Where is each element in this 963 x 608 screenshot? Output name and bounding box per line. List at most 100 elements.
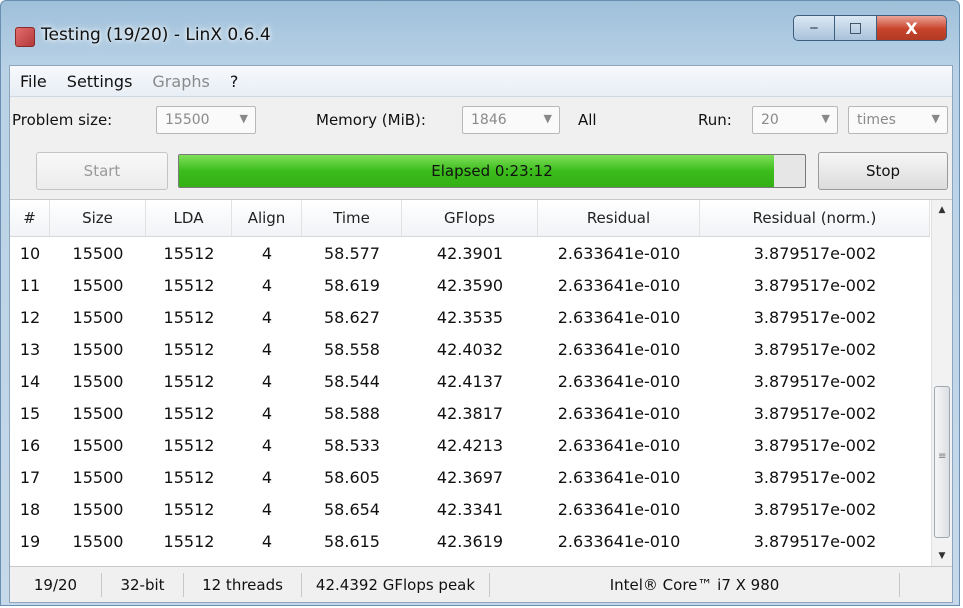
maximize-button[interactable]: □	[835, 15, 877, 41]
col-gflops-cell: 42.3590	[436, 276, 504, 295]
col-gflops-cell: 42.3619	[436, 532, 504, 551]
scroll-up-icon[interactable]: ▲	[932, 200, 952, 220]
col-time-header[interactable]: Time	[302, 200, 402, 236]
vertical-scrollbar[interactable]: ▲ ≡ ▼	[931, 200, 952, 566]
table-header: # Size LDA Align Time GFlops Residual Residual …	[10, 200, 930, 237]
col-align-cell: 4	[261, 404, 273, 423]
col-gflops-cell: 42.3697	[436, 468, 504, 487]
col-size-header[interactable]: Size	[50, 200, 146, 236]
col-lda-cell: 15512	[163, 372, 215, 391]
col-residual-cell: 2.633641e-010	[557, 340, 681, 359]
col-align-cell: 4	[261, 468, 273, 487]
run-count-combo[interactable]: 20 ▼	[752, 106, 838, 134]
col-index-cell: 11	[19, 276, 41, 295]
col-lda-cell: 15512	[163, 532, 215, 551]
col-residual-cell: 2.633641e-010	[557, 468, 681, 487]
table-row[interactable]: 10 15500 15512 4 58.577 42.3901 2.633641e-010 3…	[10, 238, 930, 270]
col-residual-norm-cell: 3.879517e-002	[753, 244, 877, 263]
problem-size-value: 15500	[165, 112, 210, 128]
col-gflops-cell: 42.4032	[436, 340, 504, 359]
status-empty	[900, 573, 950, 597]
col-gflops-cell: 42.3535	[436, 308, 504, 327]
menu-graphs[interactable]: Graphs	[142, 72, 219, 91]
col-residual-norm-cell: 3.879517e-002	[753, 468, 877, 487]
col-gflops-header[interactable]: GFlops	[402, 200, 538, 236]
settings-toolbar: Problem size: 15500 ▼ Memory (MiB): 1846…	[10, 96, 952, 146]
col-time-cell: 58.654	[324, 500, 380, 519]
col-residual-norm-cell: 3.879517e-002	[753, 532, 877, 551]
col-index-cell: 18	[19, 500, 41, 519]
col-residual-cell: 2.633641e-010	[557, 308, 681, 327]
window-title: Testing (19/20) - LinX 0.6.4	[41, 25, 271, 45]
col-index-cell: 10	[19, 244, 41, 263]
col-align-header[interactable]: Align	[232, 200, 302, 236]
minimize-button[interactable]: ‒	[793, 15, 835, 41]
menu-settings[interactable]: Settings	[57, 72, 143, 91]
col-residual-norm-cell: 3.879517e-002	[753, 436, 877, 455]
status-progress: 19/20	[10, 573, 102, 597]
col-size-cell: 15500	[72, 500, 124, 519]
stop-button[interactable]: Stop	[818, 152, 948, 190]
memory-combo[interactable]: 1846 ▼	[462, 106, 560, 134]
col-size-cell: 15500	[72, 404, 124, 423]
app-icon[interactable]	[15, 27, 35, 47]
menu-bar: File Settings Graphs ?	[10, 66, 952, 97]
start-button[interactable]: Start	[36, 152, 168, 190]
col-index-cell: 12	[19, 308, 41, 327]
col-residual-norm-cell: 3.879517e-002	[753, 404, 877, 423]
col-time-cell: 58.588	[324, 404, 380, 423]
col-size-cell: 15500	[72, 436, 124, 455]
col-size-cell: 15500	[72, 532, 124, 551]
table-row[interactable]: 13 15500 15512 4 58.558 42.4032 2.633641e-010 3…	[10, 334, 930, 366]
col-lda-header[interactable]: LDA	[146, 200, 232, 236]
problem-size-combo[interactable]: 15500 ▼	[156, 106, 256, 134]
close-button[interactable]: X	[877, 15, 947, 41]
col-size-cell: 15500	[72, 468, 124, 487]
col-residual-cell: 2.633641e-010	[557, 244, 681, 263]
table-row[interactable]: 15 15500 15512 4 58.588 42.3817 2.633641e-010 3…	[10, 398, 930, 430]
menu-help[interactable]: ?	[220, 72, 249, 91]
table-row[interactable]: 18 15500 15512 4 58.654 42.3341 2.633641e-010 3…	[10, 494, 930, 526]
table-row[interactable]: 17 15500 15512 4 58.605 42.3697 2.633641e-010 3…	[10, 462, 930, 494]
col-residual-cell: 2.633641e-010	[557, 532, 681, 551]
col-gflops-cell: 42.3817	[436, 404, 504, 423]
col-size-cell: 15500	[72, 372, 124, 391]
col-index-cell: 16	[19, 436, 41, 455]
progress-bar: Elapsed 0:23:12	[178, 154, 806, 188]
col-index-cell: 17	[19, 468, 41, 487]
memory-all-button[interactable]: All	[578, 111, 597, 129]
col-time-cell: 58.544	[324, 372, 380, 391]
table-row[interactable]: 16 15500 15512 4 58.533 42.4213 2.633641e-010 3…	[10, 430, 930, 462]
caption-buttons: ‒ □ X	[793, 15, 947, 43]
col-lda-cell: 15512	[163, 244, 215, 263]
results-table[interactable]: # Size LDA Align Time GFlops Residual Residual …	[10, 199, 952, 566]
col-index-header[interactable]: #	[10, 200, 50, 236]
col-align-cell: 4	[261, 500, 273, 519]
col-lda-cell: 15512	[163, 276, 215, 295]
table-row[interactable]: 12 15500 15512 4 58.627 42.3535 2.633641e-010 3…	[10, 302, 930, 334]
scroll-down-icon[interactable]: ▼	[932, 546, 952, 566]
col-residual-cell: 2.633641e-010	[557, 276, 681, 295]
col-time-cell: 58.558	[324, 340, 380, 359]
run-unit-combo[interactable]: times ▼	[848, 106, 948, 134]
col-size-cell: 15500	[72, 308, 124, 327]
title-bar[interactable]: Testing (19/20) - LinX 0.6.4 ‒ □ X	[1, 1, 959, 65]
menu-file[interactable]: File	[10, 72, 57, 91]
table-row[interactable]: 14 15500 15512 4 58.544 42.4137 2.633641e-010 3…	[10, 366, 930, 398]
col-time-cell: 58.627	[324, 308, 380, 327]
table-row[interactable]: 19 15500 15512 4 58.615 42.3619 2.633641e-010 3…	[10, 526, 930, 558]
col-residual-norm-cell: 3.879517e-002	[753, 276, 877, 295]
memory-value: 1846	[471, 112, 507, 128]
chevron-down-icon: ▼	[543, 112, 552, 125]
col-index-cell: 14	[19, 372, 41, 391]
run-count-value: 20	[761, 112, 779, 128]
col-residual-header[interactable]: Residual	[538, 200, 700, 236]
chevron-down-icon: ▼	[931, 112, 940, 125]
col-align-cell: 4	[261, 340, 273, 359]
col-lda-cell: 15512	[163, 404, 215, 423]
table-row[interactable]: 11 15500 15512 4 58.619 42.3590 2.633641e-010 3…	[10, 270, 930, 302]
col-gflops-cell: 42.4137	[436, 372, 504, 391]
status-peak: 42.4392 GFlops peak	[302, 573, 490, 597]
scrollbar-thumb[interactable]: ≡	[934, 386, 950, 538]
col-residual-norm-header[interactable]: Residual (norm.)	[700, 200, 930, 236]
